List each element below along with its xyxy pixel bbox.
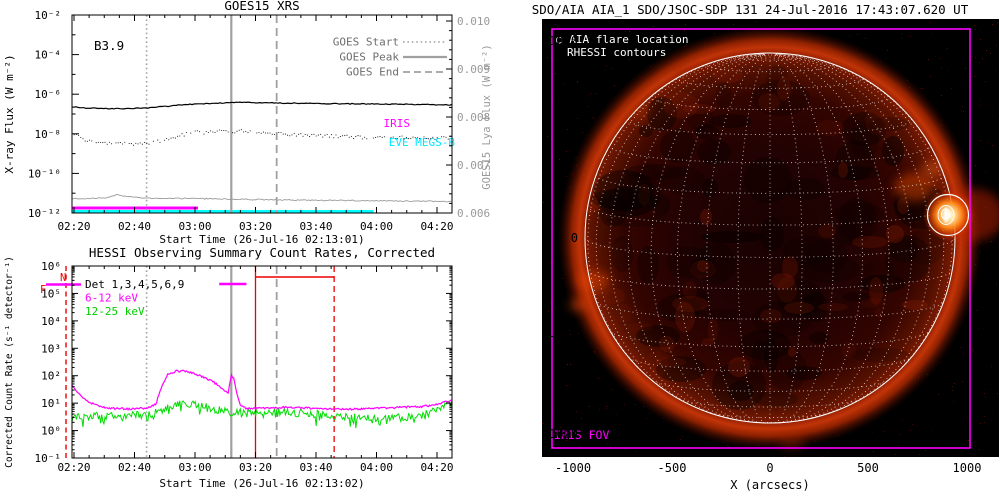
goes-xtick: 03:40 xyxy=(299,220,332,233)
goes-ytick-right: 0.010 xyxy=(457,15,490,28)
aia-xtick: -500 xyxy=(657,461,687,475)
hessi-ytick: 10⁴ xyxy=(41,315,61,328)
aia-ytick: 0 xyxy=(570,231,578,245)
aia-ytick: -1000 xyxy=(541,427,578,441)
hessi-ytick: 10¹ xyxy=(41,397,61,410)
goes-legend-peak: GOES Peak xyxy=(339,51,399,64)
hessi-flare-flag-letter: F xyxy=(40,284,46,296)
goes-ylabel-right: GOES15 Lya Flux (W m⁻²) xyxy=(481,44,493,189)
hessi-xtick: 02:20 xyxy=(57,461,90,474)
goes-legend-start: GOES Start xyxy=(333,36,399,49)
aia-xtick: 500 xyxy=(857,461,879,475)
goes-xtick: 02:40 xyxy=(118,220,151,233)
goes-ytick-right: 0.006 xyxy=(457,207,490,220)
aia-ytick: 1000 xyxy=(549,34,578,48)
hessi-ylabel: Corrected Count Rate (s⁻¹ detector⁻¹) xyxy=(4,256,15,468)
iris-bar-label: IRIS xyxy=(384,117,411,130)
hessi-ytick: 10³ xyxy=(41,342,61,355)
hessi-legend-12-25kev: 12-25 keV xyxy=(85,305,145,318)
aia-xlabel: X (arcsecs) xyxy=(730,478,810,492)
aia-xtick: -1000 xyxy=(554,461,592,475)
aia-xtick: 1000 xyxy=(952,461,982,475)
hessi-ytick: 10⁰ xyxy=(41,425,61,438)
goes-title: GOES15 XRS xyxy=(224,0,299,13)
hessi-title: HESSI Observing Summary Count Rates, Cor… xyxy=(89,245,435,260)
rhessi-contours-legend: RHESSI contours xyxy=(567,46,667,59)
hessi-xtick: 04:20 xyxy=(420,461,453,474)
goes-flare-class: B3.9 xyxy=(94,38,124,53)
aia-ytick: 500 xyxy=(556,132,578,146)
hessi-rates-plot: HESSI Observing Summary Count Rates, Cor… xyxy=(4,245,454,490)
hessi-xtick: 03:40 xyxy=(299,461,332,474)
goes-xtick: 04:00 xyxy=(360,220,393,233)
hessi-legend-det: Det 1,3,4,5,6,9 xyxy=(85,278,184,291)
aia-flare-location-label: AIA flare location xyxy=(569,33,689,46)
aia-xtick: 0 xyxy=(766,461,774,475)
goes-xtick: 04:20 xyxy=(420,220,453,233)
goes-xtick: 03:00 xyxy=(178,220,211,233)
goes-ytick-left: 10⁻⁴ xyxy=(35,49,62,62)
goes-ytick-left: 10⁻⁸ xyxy=(35,128,62,141)
hessi-xtick: 03:00 xyxy=(178,461,211,474)
hessi-ytick: 10⁶ xyxy=(41,260,61,273)
hessi-xtick: 03:20 xyxy=(239,461,272,474)
goes-xlabel: Start Time (26-Jul-16 02:13:01) xyxy=(159,233,364,245)
goes-ylabel-left: X-ray Flux (W m⁻²) xyxy=(3,54,16,173)
aia-title: SDO/AIA AIA_1 SDO/JSOC-SDP 131 24-Jul-20… xyxy=(531,2,969,17)
eve-megs-b-bar-label: EVE MEGS-B xyxy=(389,136,456,149)
goes-xrs-plot: GOES15 XRS B3.9 02:20 02:40 03:00 03:20 … xyxy=(3,0,493,245)
goes-ytick-left: 10⁻¹⁰ xyxy=(28,167,61,180)
aia-ytick: -500 xyxy=(549,329,578,343)
goes-ytick-left: 10⁻² xyxy=(35,9,62,22)
goes-xtick: 02:20 xyxy=(57,220,90,233)
goes-ytick-left: 10⁻⁶ xyxy=(35,88,62,101)
goes-xtick: 03:20 xyxy=(239,220,272,233)
hessi-xlabel: Start Time (26-Jul-16 02:13:02) xyxy=(159,477,364,490)
hessi-xtick: 02:40 xyxy=(118,461,151,474)
hessi-legend-6-12kev: 6-12 keV xyxy=(85,292,138,305)
goes-legend-end: GOES End xyxy=(346,66,399,79)
hessi-ytick: 10² xyxy=(41,370,61,383)
goes-ytick-left: 10⁻¹² xyxy=(28,207,61,220)
solar-monitor-screen: GOES15 XRS B3.9 02:20 02:40 03:00 03:20 … xyxy=(0,0,1000,500)
aia-solar-image xyxy=(542,19,999,457)
hessi-xtick: 04:00 xyxy=(360,461,393,474)
hessi-ytick: 10⁻¹ xyxy=(35,452,62,465)
